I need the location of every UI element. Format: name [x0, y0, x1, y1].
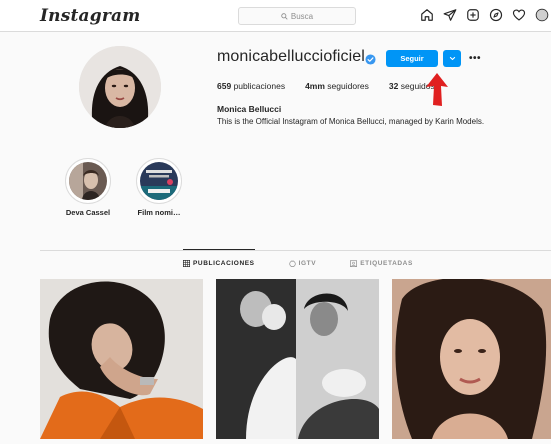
posts-count: 659 publicaciones — [217, 81, 286, 91]
tab-publicaciones[interactable]: PUBLICACIONES — [183, 260, 255, 267]
more-options-icon[interactable]: ••• — [468, 51, 482, 65]
tab-igtv[interactable]: IGTV — [288, 260, 317, 267]
profile-avatar-icon[interactable] — [535, 8, 549, 22]
direct-icon[interactable] — [443, 8, 457, 22]
story-highlight[interactable]: Deva Cassel — [58, 158, 118, 217]
instagram-logo[interactable]: Instagram — [40, 6, 140, 26]
post-thumbnail[interactable] — [40, 279, 203, 439]
post-thumbnail[interactable] — [216, 279, 379, 439]
igtv-icon — [288, 260, 296, 267]
search-input[interactable]: Busca — [238, 7, 356, 25]
highlight-label: Deva Cassel — [65, 208, 111, 217]
tabs-divider — [40, 250, 551, 251]
search-placeholder: Busca — [290, 11, 314, 21]
chevron-down-icon — [449, 56, 455, 61]
story-highlight[interactable]: Film nomi… — [129, 158, 189, 217]
nav-icons — [420, 8, 549, 22]
tagged-icon — [350, 260, 358, 267]
highlight-cover — [65, 158, 111, 204]
tab-etiquetadas[interactable]: ETIQUETADAS — [350, 260, 413, 267]
grid-icon — [183, 260, 190, 267]
profile-avatar[interactable] — [79, 46, 161, 128]
suggested-accounts-button[interactable] — [443, 50, 461, 67]
follow-button[interactable]: Seguir — [386, 50, 438, 67]
activity-icon[interactable] — [512, 8, 526, 22]
top-navigation-bar: Instagram Busca — [0, 0, 551, 32]
profile-username: monicabelluccioficiel — [217, 48, 365, 65]
new-post-icon[interactable] — [466, 8, 480, 22]
verified-badge-icon — [365, 54, 376, 65]
explore-icon[interactable] — [489, 8, 503, 22]
annotation-arrow-icon — [426, 73, 448, 106]
profile-bio: This is the Official Instagram of Monica… — [217, 117, 485, 126]
profile-tabs: PUBLICACIONES IGTV ETIQUETADAS — [183, 260, 447, 267]
highlight-cover — [136, 158, 182, 204]
search-icon — [281, 12, 288, 20]
followers-count[interactable]: 4mm seguidores — [305, 81, 369, 91]
profile-full-name: Monica Bellucci — [217, 104, 282, 114]
active-tab-indicator — [183, 249, 255, 250]
highlight-label: Film nomi… — [137, 208, 181, 217]
profile-stats: 659 publicaciones 4mm seguidores 32 segu… — [217, 81, 455, 91]
post-thumbnail[interactable] — [392, 279, 551, 439]
home-icon[interactable] — [420, 8, 434, 22]
